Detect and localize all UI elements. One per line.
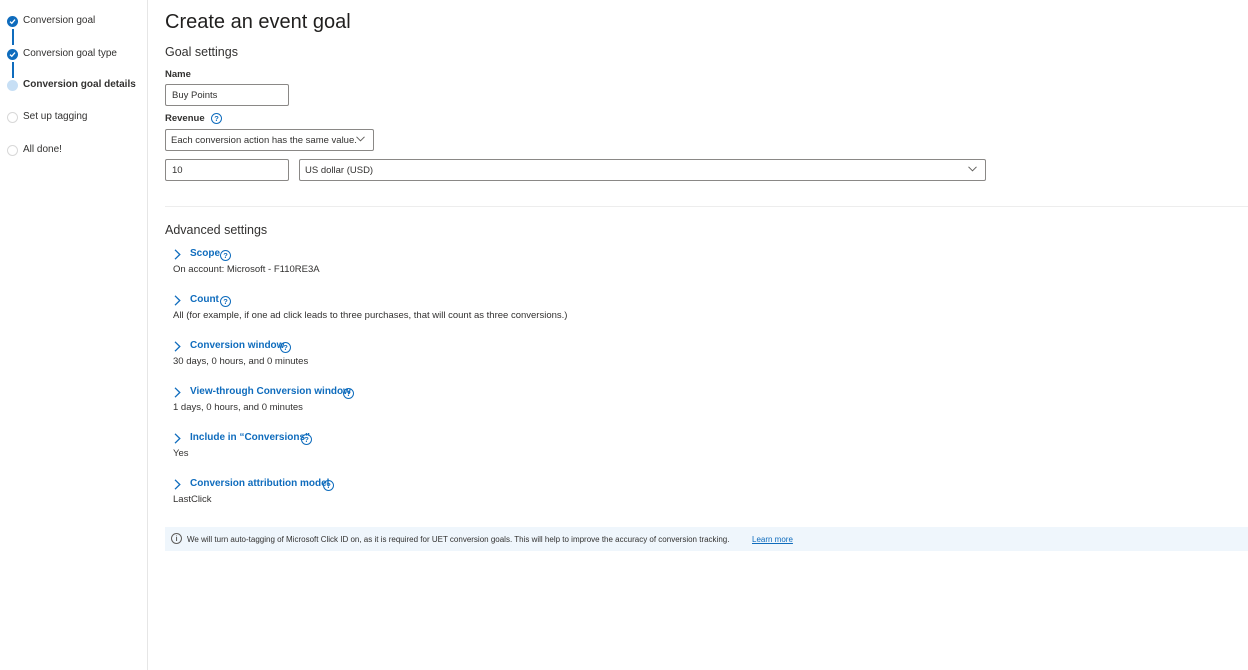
revenue-amount-input[interactable] — [165, 159, 289, 181]
advanced-item-attribution-model: Conversion attribution model ? LastClick — [173, 478, 773, 514]
check-circle-icon — [7, 49, 18, 60]
section-divider — [165, 206, 1248, 207]
currency-dropdown[interactable]: US dollar (USD) — [299, 159, 986, 181]
currency-value: US dollar (USD) — [305, 165, 374, 176]
include-in-conversions-value: Yes — [173, 448, 189, 459]
goal-settings-heading: Goal settings — [165, 45, 238, 59]
advanced-item-conversion-window: Conversion window ? 30 days, 0 hours, an… — [173, 340, 773, 376]
name-label: Name — [165, 69, 191, 80]
revenue-type-dropdown[interactable]: Each conversion action has the same valu… — [165, 129, 374, 151]
name-input[interactable] — [165, 84, 289, 106]
pending-step-icon — [7, 112, 18, 123]
chevron-right-icon — [174, 479, 181, 490]
step-conversion-goal-type[interactable]: Conversion goal type — [0, 45, 147, 65]
question-circle-icon[interactable]: ? — [323, 480, 334, 491]
auto-tagging-info-bar: i We will turn auto-tagging of Microsoft… — [165, 527, 1248, 551]
conversion-window-value: 30 days, 0 hours, and 0 minutes — [173, 356, 309, 367]
chevron-right-icon — [174, 295, 181, 306]
attribution-model-value: LastClick — [173, 494, 212, 505]
view-through-window-link[interactable]: View-through Conversion window — [190, 386, 351, 397]
step-label: All done! — [23, 144, 62, 155]
count-link[interactable]: Count — [190, 294, 219, 305]
advanced-item-count: Count ? All (for example, if one ad clic… — [173, 294, 773, 330]
question-circle-icon[interactable]: ? — [301, 434, 312, 445]
learn-more-link[interactable]: Learn more — [752, 535, 793, 544]
step-set-up-tagging: Set up tagging — [0, 108, 147, 128]
chevron-right-icon — [174, 249, 181, 260]
step-conversion-goal-details[interactable]: Conversion goal details — [0, 76, 147, 96]
advanced-item-view-through-window: View-through Conversion window ? 1 days,… — [173, 386, 773, 422]
info-message: We will turn auto-tagging of Microsoft C… — [187, 535, 730, 544]
advanced-item-scope: Scope ? On account: Microsoft - F110RE3A — [173, 248, 773, 284]
count-value: All (for example, if one ad click leads … — [173, 310, 568, 321]
question-circle-icon[interactable]: ? — [211, 113, 222, 124]
wizard-stepper: Conversion goal Conversion goal type Con… — [0, 0, 148, 670]
revenue-type-value: Each conversion action has the same valu… — [171, 135, 357, 146]
question-circle-icon[interactable]: ? — [220, 250, 231, 261]
page-title: Create an event goal — [165, 11, 351, 33]
question-circle-icon[interactable]: ? — [343, 388, 354, 399]
conversion-window-link[interactable]: Conversion window — [190, 340, 284, 351]
chevron-down-icon — [968, 166, 977, 172]
chevron-right-icon — [174, 433, 181, 444]
step-conversion-goal[interactable]: Conversion goal — [0, 12, 147, 32]
attribution-model-link[interactable]: Conversion attribution model — [190, 478, 329, 489]
step-label: Conversion goal type — [23, 48, 117, 59]
scope-link[interactable]: Scope — [190, 248, 220, 259]
view-through-window-value: 1 days, 0 hours, and 0 minutes — [173, 402, 303, 413]
chevron-down-icon — [356, 136, 365, 142]
question-circle-icon[interactable]: ? — [280, 342, 291, 353]
step-label: Conversion goal — [23, 15, 96, 26]
step-all-done: All done! — [0, 141, 147, 161]
advanced-item-include-in-conversions: Include in “Conversions” ? Yes — [173, 432, 773, 468]
question-circle-icon[interactable]: ? — [220, 296, 231, 307]
chevron-right-icon — [174, 387, 181, 398]
step-label: Conversion goal details — [23, 79, 136, 90]
advanced-settings-heading: Advanced settings — [165, 223, 268, 237]
revenue-label: Revenue — [165, 113, 205, 124]
scope-value: On account: Microsoft - F110RE3A — [173, 264, 320, 275]
include-in-conversions-link[interactable]: Include in “Conversions” — [190, 432, 310, 443]
check-circle-icon — [7, 16, 18, 27]
info-circle-icon: i — [171, 533, 182, 544]
pending-step-icon — [7, 145, 18, 156]
chevron-right-icon — [174, 341, 181, 352]
current-step-icon — [7, 80, 18, 91]
step-label: Set up tagging — [23, 111, 88, 122]
